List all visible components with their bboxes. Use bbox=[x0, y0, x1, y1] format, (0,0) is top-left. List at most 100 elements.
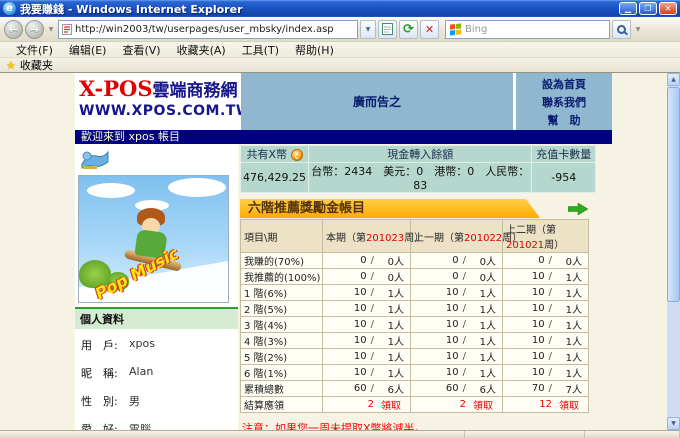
status-segment bbox=[465, 431, 585, 438]
header-link[interactable]: 聯系我們 bbox=[516, 94, 612, 110]
header-links: 設為首頁聯系我們幫 助 bbox=[516, 73, 612, 130]
menu-item[interactable]: 查看(V) bbox=[114, 42, 168, 58]
period-cell: 0/0人 bbox=[323, 253, 411, 269]
address-dropdown-icon[interactable]: ▼ bbox=[360, 20, 376, 39]
cash-balance-label: 現金轉入餘額 bbox=[387, 148, 453, 161]
profile-field: 性 別: 男 bbox=[81, 393, 232, 409]
row-label: 我賺的(70%) bbox=[241, 253, 323, 269]
period-cell: 0/0人 bbox=[411, 253, 503, 269]
period-cell: 70/7人 bbox=[503, 381, 589, 397]
referral-table-row: 我推薦的(100%) 0/0人 0/0人 10/1人 bbox=[241, 269, 589, 285]
address-bar[interactable] bbox=[58, 20, 358, 39]
menu-item[interactable]: 文件(F) bbox=[8, 42, 61, 58]
navigation-bar: ← → ▼ ▼ ⟳ ✕ ▼ bbox=[0, 17, 680, 42]
maximize-button[interactable]: ❐ bbox=[639, 2, 657, 15]
search-icon bbox=[617, 25, 626, 34]
header-link[interactable]: 設為首頁 bbox=[516, 76, 612, 92]
close-button[interactable]: ✕ bbox=[659, 2, 677, 15]
site-header: X-POS雲端商務網 WWW.XPOS.COM.TW 廣而告之 設為首頁聯系我們… bbox=[75, 73, 612, 130]
scroll-up-button[interactable]: ▲ bbox=[667, 73, 680, 86]
profile-list: 用 戶: xpos 昵 稱: Alan 性 別: 男 愛 好: 電腦 bbox=[75, 329, 238, 430]
period-cell: 10/1人 bbox=[411, 317, 503, 333]
green-arrow-icon bbox=[568, 203, 588, 215]
referral-table-row: 6 階(1%) 10/1人 10/1人 10/1人 bbox=[241, 365, 589, 381]
search-box[interactable] bbox=[445, 20, 610, 39]
period-cell: 60/6人 bbox=[323, 381, 411, 397]
claim-link[interactable]: 領取 bbox=[552, 397, 586, 412]
window-title: 我要賺錢 - Windows Internet Explorer bbox=[20, 1, 243, 17]
field-label: 用 戶: bbox=[81, 337, 129, 353]
field-label: 昵 稱: bbox=[81, 365, 129, 381]
period-cell: 0/0人 bbox=[323, 269, 411, 285]
menu-item[interactable]: 收藏夹(A) bbox=[169, 42, 234, 58]
header-link[interactable]: 幫 助 bbox=[516, 112, 612, 128]
menu-item[interactable]: 编辑(E) bbox=[61, 42, 115, 58]
compatibility-view-button[interactable] bbox=[378, 20, 397, 39]
browser-viewport: X-POS雲端商務網 WWW.XPOS.COM.TW 廣而告之 設為首頁聯系我們… bbox=[0, 73, 680, 430]
balance-summary-table: 共有X幣 現金轉入餘額 充值卡數量 476,429.25 台幣：2434 美元：… bbox=[240, 145, 596, 193]
field-value: Alan bbox=[129, 365, 153, 381]
profile-field: 用 戶: xpos bbox=[81, 337, 232, 353]
field-value: xpos bbox=[129, 337, 155, 353]
favorites-bar: ★ 收藏夹 bbox=[0, 58, 680, 73]
title-bar: e 我要賺錢 - Windows Internet Explorer ▁ ❐ ✕ bbox=[0, 0, 680, 17]
period-cell: 10/1人 bbox=[411, 365, 503, 381]
status-segment bbox=[0, 431, 465, 438]
cloud-shape bbox=[168, 178, 226, 197]
address-input[interactable] bbox=[75, 24, 354, 35]
forward-button[interactable]: → bbox=[25, 20, 44, 39]
profile-image: Pop Music bbox=[78, 175, 229, 303]
recharge-card-label: 充值卡數量 bbox=[536, 148, 591, 161]
period-cell: 10/1人 bbox=[411, 349, 503, 365]
stop-button[interactable]: ✕ bbox=[420, 20, 439, 39]
main-column: 共有X幣 現金轉入餘額 充值卡數量 476,429.25 台幣：2434 美元：… bbox=[240, 144, 596, 430]
period-cell: 10/1人 bbox=[323, 333, 411, 349]
refresh-button[interactable]: ⟳ bbox=[399, 20, 418, 39]
period-header: 上一期（第201022周） bbox=[411, 220, 503, 253]
search-button[interactable] bbox=[612, 20, 631, 39]
cloud-shape bbox=[87, 183, 135, 198]
claim-link[interactable]: 領取 bbox=[374, 397, 408, 412]
scroll-down-button[interactable]: ▼ bbox=[667, 417, 680, 430]
search-dropdown-icon[interactable]: ▼ bbox=[633, 26, 643, 33]
period-header: 上二期（第201021周） bbox=[503, 220, 589, 253]
history-dropdown-icon[interactable]: ▼ bbox=[46, 26, 56, 33]
menu-item[interactable]: 帮助(H) bbox=[287, 42, 342, 58]
favorites-star-icon: ★ bbox=[6, 60, 16, 71]
search-input[interactable] bbox=[465, 24, 575, 35]
claim-link[interactable]: 領取 bbox=[466, 397, 500, 412]
web-page: X-POS雲端商務網 WWW.XPOS.COM.TW 廣而告之 設為首頁聯系我們… bbox=[75, 73, 612, 430]
period-cell: 10/1人 bbox=[323, 285, 411, 301]
profile-field: 愛 好: 電腦 bbox=[81, 421, 232, 430]
period-cell: 10/1人 bbox=[503, 269, 589, 285]
period-cell: 10/1人 bbox=[503, 365, 589, 381]
period-cell: 10/1人 bbox=[323, 365, 411, 381]
favorites-label[interactable]: 收藏夹 bbox=[20, 57, 53, 73]
period-cell: 10/1人 bbox=[503, 285, 589, 301]
sidebar: Pop Music 個人資料 用 戶: xpos 昵 稱: Alan 性 別: bbox=[75, 144, 238, 430]
refresh-icon: ⟳ bbox=[403, 23, 414, 36]
scrollbar-thumb[interactable] bbox=[667, 87, 680, 302]
field-label: 性 別: bbox=[81, 393, 129, 409]
field-value: 電腦 bbox=[129, 421, 151, 430]
vertical-scrollbar[interactable]: ▲ ▼ bbox=[667, 73, 680, 430]
logo-suffix: 雲端商務網 bbox=[153, 81, 238, 101]
recharge-card-value: -954 bbox=[551, 171, 576, 184]
logo-url: WWW.XPOS.COM.TW bbox=[79, 103, 238, 119]
field-value: 男 bbox=[129, 393, 140, 409]
menu-item[interactable]: 工具(T) bbox=[234, 42, 287, 58]
bing-logo-icon bbox=[450, 23, 461, 35]
profile-section-title: 個人資料 bbox=[75, 307, 238, 329]
row-label: 累積總數 bbox=[241, 381, 323, 397]
period-cell: 10/1人 bbox=[411, 301, 503, 317]
row-label: 3 階(4%) bbox=[241, 317, 323, 333]
referral-banner-row: 六階推薦獎勵金帳目 bbox=[240, 199, 590, 218]
minimize-button[interactable]: ▁ bbox=[619, 2, 637, 15]
referral-table-row: 4 階(3%) 10/1人 10/1人 10/1人 bbox=[241, 333, 589, 349]
profile-field: 昵 稱: Alan bbox=[81, 365, 232, 381]
xcoin-total-value: 476,429.25 bbox=[243, 171, 306, 184]
period-cell: 10/1人 bbox=[411, 285, 503, 301]
back-button[interactable]: ← bbox=[4, 20, 23, 39]
referral-more-arrow[interactable] bbox=[568, 203, 588, 215]
period-cell: 0/0人 bbox=[503, 253, 589, 269]
